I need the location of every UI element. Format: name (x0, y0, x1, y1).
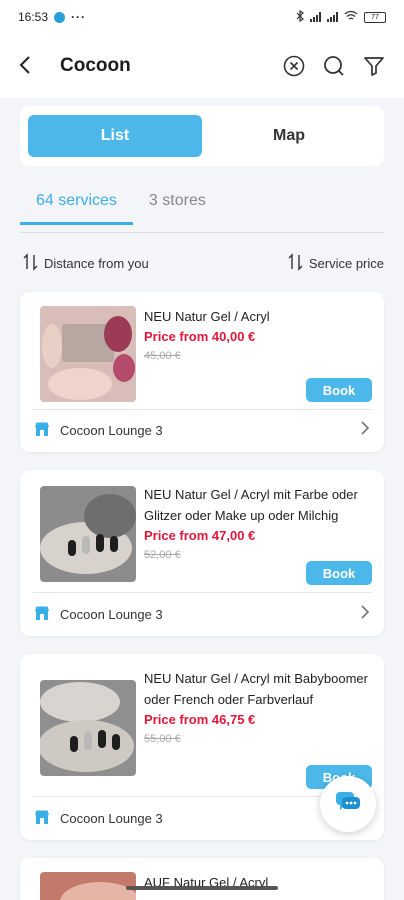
store-link[interactable]: Cocoon Lounge 3 (34, 420, 370, 441)
back-arrow-icon[interactable] (18, 51, 48, 82)
store-link[interactable]: Cocoon Lounge 3 (34, 604, 370, 625)
tabs-divider (20, 232, 384, 233)
home-indicator[interactable] (126, 886, 278, 890)
service-card[interactable]: AUF Natur Gel / Acryl (20, 858, 384, 900)
tab-services[interactable]: 64 services (20, 186, 133, 225)
page-title: Cocoon (60, 55, 131, 76)
book-button[interactable]: Book (306, 561, 372, 585)
store-name: Cocoon Lounge 3 (60, 607, 163, 622)
sort-price-button[interactable]: Service price (287, 253, 384, 274)
view-toggle: List Map (20, 106, 384, 166)
service-old-price: 55,00 € (144, 733, 181, 745)
chevron-right-icon (360, 604, 370, 625)
service-name: NEU Natur Gel / Acryl mit Farbe oder Gli… (144, 487, 358, 523)
store-icon (34, 421, 50, 440)
service-image (40, 306, 136, 402)
sort-arrows-icon (22, 253, 40, 274)
book-button[interactable]: Book (306, 378, 372, 402)
service-price: Price from 47,00 € (144, 528, 256, 543)
signal-icon (310, 12, 321, 22)
signal-2-icon (327, 12, 338, 22)
clear-icon[interactable] (282, 54, 306, 78)
sort-distance-label: Distance from you (44, 256, 149, 271)
sort-arrows-icon (287, 253, 305, 274)
chat-icon (335, 790, 361, 819)
service-old-price: 45,00 € (144, 350, 181, 362)
service-image (40, 680, 136, 776)
sort-distance-button[interactable]: Distance from you (22, 253, 149, 274)
wifi-icon (344, 10, 358, 24)
search-icon[interactable] (322, 54, 346, 78)
status-bar: 16:53 ··· 77 (0, 0, 404, 34)
store-icon (34, 605, 50, 624)
store-name: Cocoon Lounge 3 (60, 423, 163, 438)
service-name: NEU Natur Gel / Acryl mit Babyboomer ode… (144, 671, 368, 707)
card-divider (32, 592, 372, 593)
list-view-button[interactable]: List (28, 115, 202, 157)
card-divider (32, 409, 372, 410)
service-card[interactable]: NEU Natur Gel / Acryl mit Farbe oder Gli… (20, 470, 384, 636)
more-notifications-icon: ··· (71, 10, 87, 24)
bluetooth-icon (296, 9, 304, 25)
service-card[interactable]: NEU Natur Gel / Acryl Price from 40,00 €… (20, 292, 384, 452)
service-image (40, 872, 136, 900)
store-icon (34, 809, 50, 828)
sort-price-label: Service price (308, 256, 384, 271)
battery-icon: 77 (364, 11, 386, 23)
result-tabs: 64 services 3 stores (20, 186, 222, 225)
map-view-button[interactable]: Map (202, 115, 376, 157)
status-time: 16:53 (18, 10, 49, 24)
service-name: NEU Natur Gel / Acryl (144, 309, 270, 324)
chevron-right-icon (360, 420, 370, 441)
filter-icon[interactable] (362, 54, 386, 78)
app-header: Cocoon (0, 34, 404, 98)
chat-button[interactable] (320, 776, 376, 832)
sort-bar: Distance from you Service price (22, 253, 384, 274)
store-link[interactable]: Cocoon Lounge 3 (34, 809, 370, 828)
service-image (40, 486, 136, 582)
service-price: Price from 46,75 € (144, 712, 256, 727)
store-name: Cocoon Lounge 3 (60, 811, 163, 826)
telegram-icon (54, 11, 66, 23)
tab-stores[interactable]: 3 stores (133, 186, 222, 225)
service-price: Price from 40,00 € (144, 329, 256, 344)
